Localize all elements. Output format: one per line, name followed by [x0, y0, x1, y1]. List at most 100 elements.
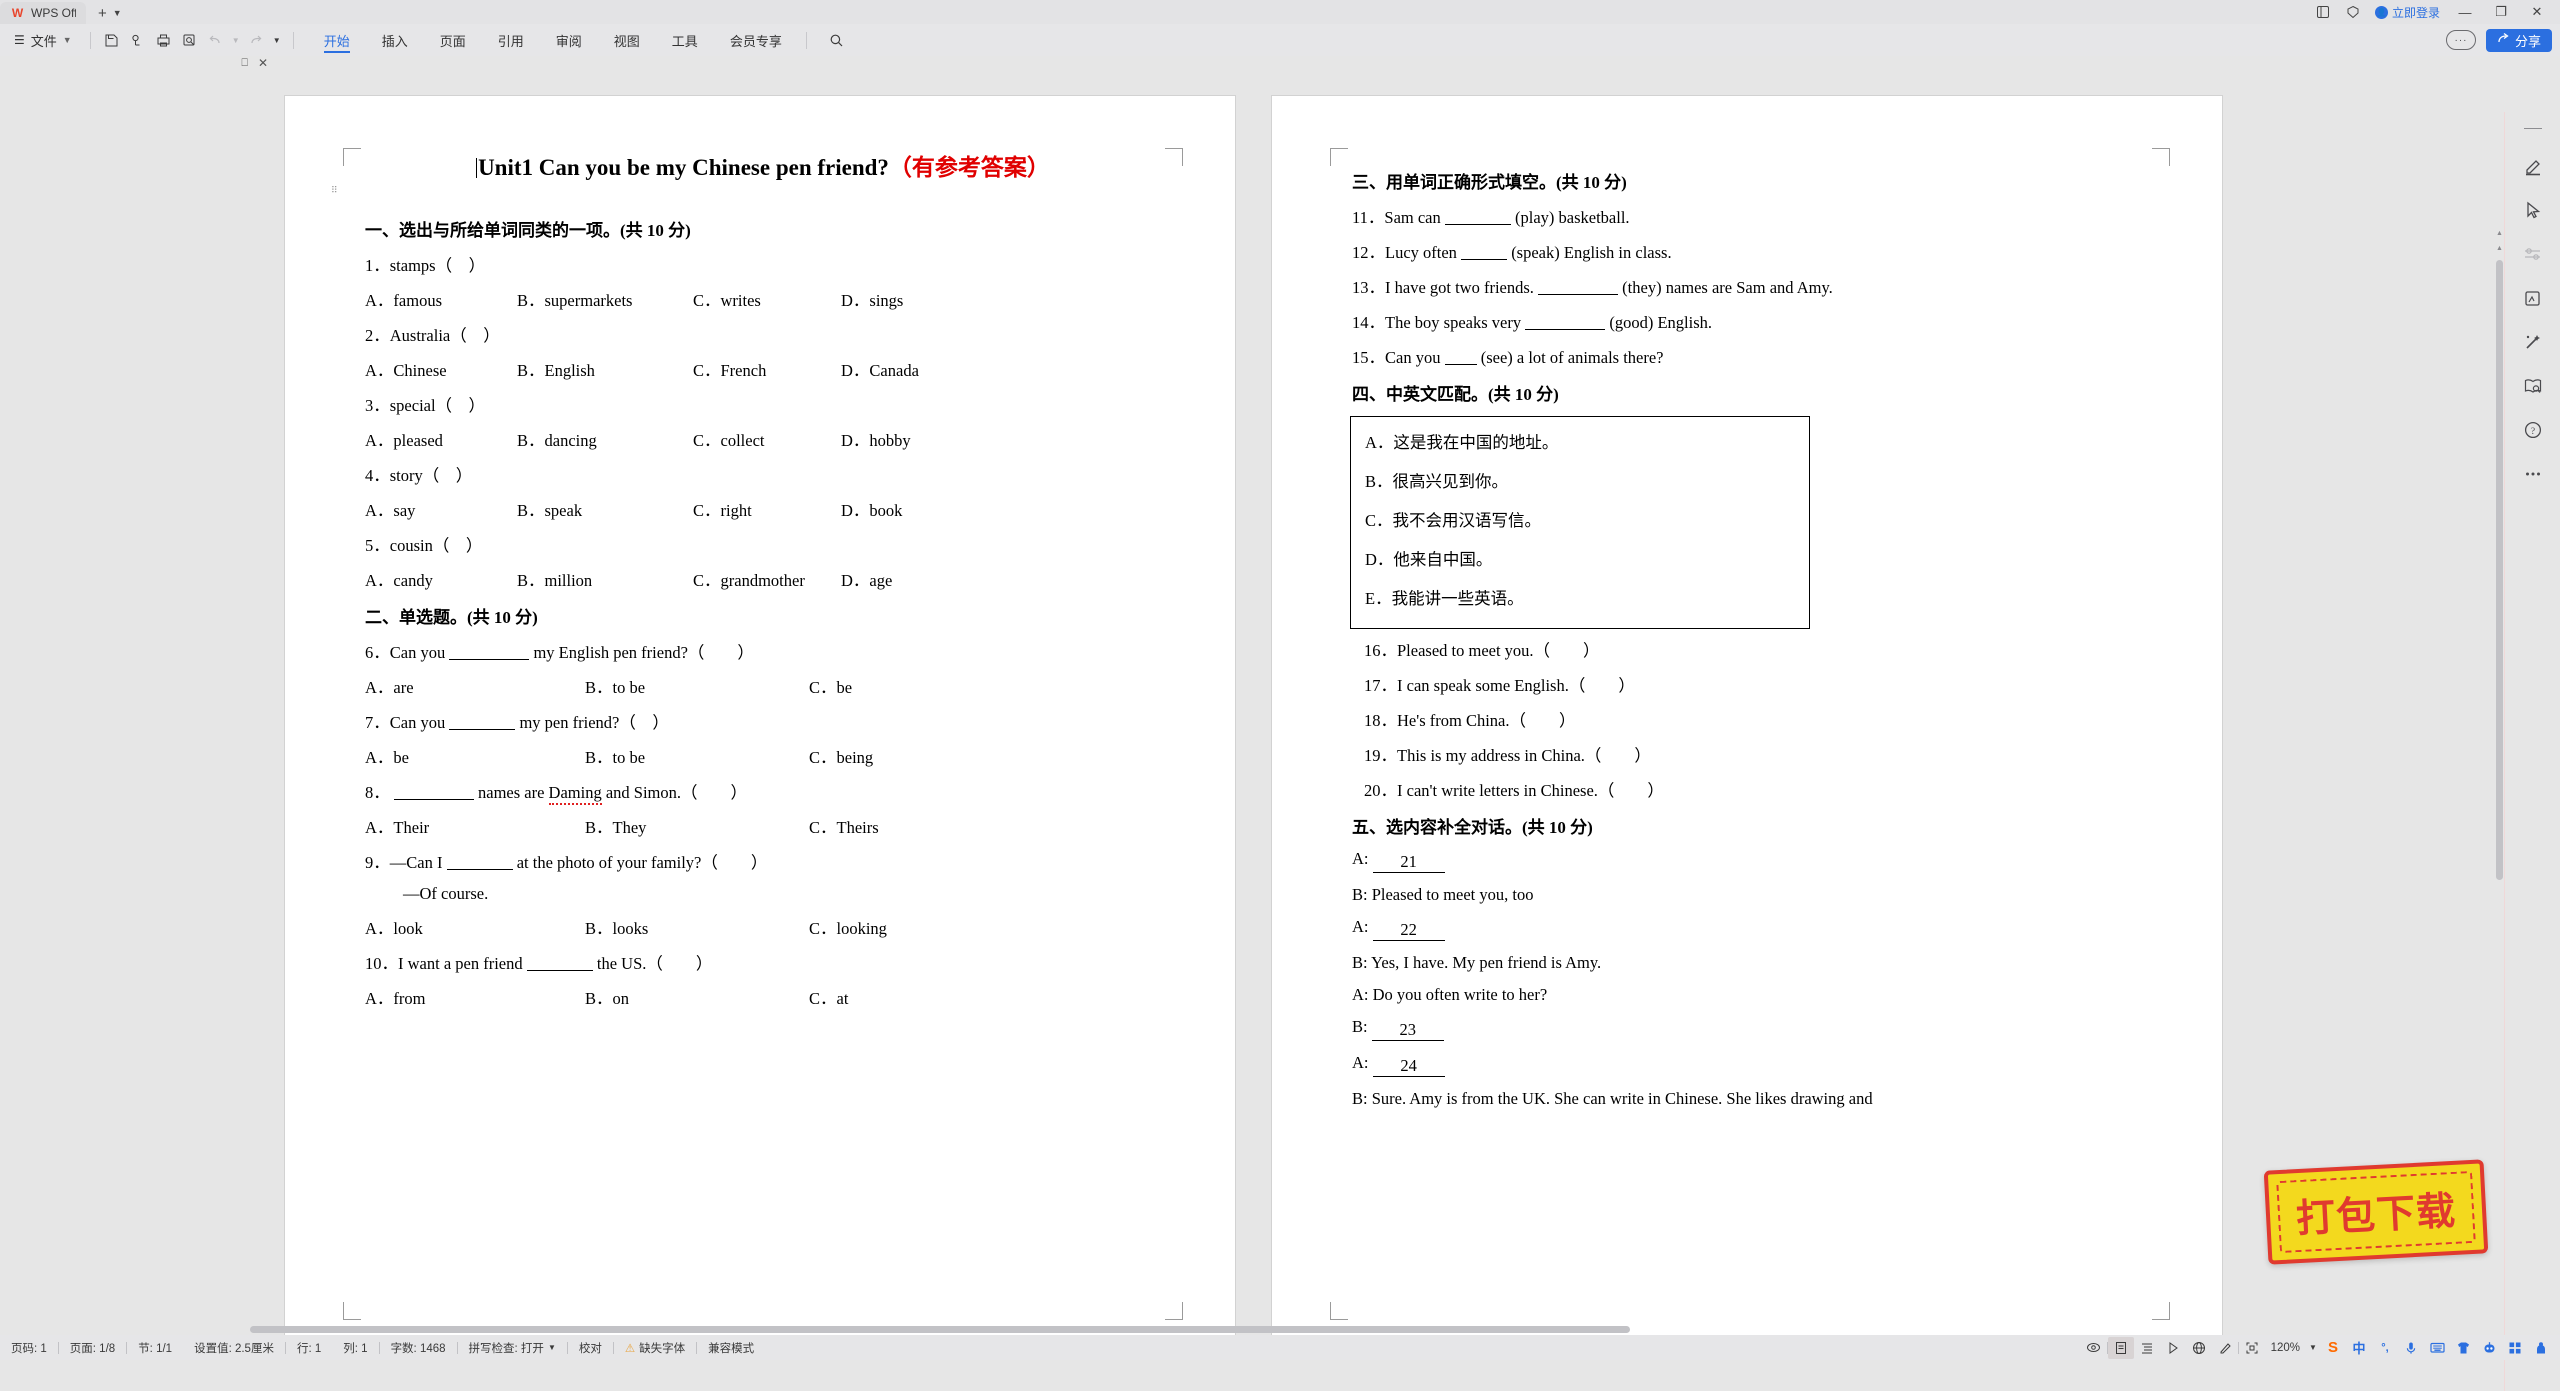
ime-settings-icon[interactable] [2528, 1337, 2554, 1359]
ribbon-tab-tools[interactable]: 工具 [656, 25, 714, 55]
chevron-down-icon[interactable]: ▼ [113, 8, 122, 18]
question-2: 2．Australia（ ） [365, 322, 1163, 346]
question-7: 7．Can you my pen friend?（ ） [365, 709, 1163, 733]
tab-wps-office[interactable]: W WPS Office [0, 2, 86, 24]
magic-tools-icon[interactable] [2518, 329, 2548, 355]
settings-sliders-icon[interactable] [2518, 241, 2548, 267]
fullscreen-icon[interactable] [2239, 1337, 2265, 1359]
status-word-count[interactable]: 字数: 1468 [380, 1340, 457, 1356]
paste-options-icon[interactable] [2518, 285, 2548, 311]
undo-icon[interactable] [203, 28, 229, 52]
match-question-16: 16．Pleased to meet you.（ ） [1364, 637, 2150, 661]
status-page-number: 页码: 1 [0, 1340, 58, 1356]
vertical-scrollbar[interactable]: ▲ ▲ [2494, 112, 2504, 1391]
minimize-rail-icon[interactable] [2524, 128, 2542, 129]
match-question-19: 19．This is my address in China.（ ） [1364, 742, 2150, 766]
question-9-options: A．look B．looks C．looking [365, 915, 1163, 939]
print-icon[interactable] [151, 28, 177, 52]
status-missing-font[interactable]: ⚠ 缺失字体 [614, 1340, 696, 1356]
ribbon-tab-review[interactable]: 审阅 [540, 25, 598, 55]
fill-blank [449, 729, 515, 730]
login-label: 立即登录 [2392, 4, 2440, 21]
cursor-select-icon[interactable] [2518, 197, 2548, 223]
document-workspace[interactable]: ⠿ Unit1 Can you be my Chinese pen friend… [0, 56, 2560, 1335]
save-icon[interactable] [99, 28, 125, 52]
close-icon[interactable]: ✕ [254, 56, 268, 71]
ribbon-tab-page[interactable]: 页面 [424, 25, 482, 55]
fill-question-12: 12．Lucy often (speak) English in class. [1352, 239, 2150, 263]
close-button[interactable]: ✕ [2526, 4, 2548, 20]
sogou-ime-icon[interactable]: S [2320, 1337, 2346, 1359]
paragraph-drag-handle[interactable]: ⠿ [331, 188, 339, 202]
horizontal-scroll-thumb[interactable] [250, 1326, 1630, 1333]
web-view-icon[interactable] [2160, 1337, 2186, 1359]
tab-screen-icon[interactable]: ⎕ [241, 57, 248, 70]
ribbon-tab-home[interactable]: 开始 [308, 25, 366, 55]
skin-theme-icon[interactable] [2450, 1337, 2476, 1359]
zoom-level-label[interactable]: 120% [2265, 1342, 2306, 1354]
eye-icon[interactable] [2081, 1337, 2107, 1359]
question-4-options: A．say B．speak C．right D．book [365, 497, 1163, 521]
outline-view-icon[interactable] [2134, 1337, 2160, 1359]
ime-punctuation-icon[interactable]: °, [2372, 1337, 2398, 1359]
more-dots-icon[interactable] [2518, 461, 2548, 487]
answer-blank: 24 [1373, 1056, 1445, 1077]
read-book-icon[interactable] [2518, 373, 2548, 399]
pen-highlight-icon[interactable] [2518, 153, 2548, 179]
more-options-icon[interactable]: ··· [2446, 30, 2476, 50]
download-watermark[interactable]: 打包下载 [2264, 1159, 2489, 1264]
question-8-options: A．Their B．They C．Theirs [365, 814, 1163, 838]
ribbon-tab-reference[interactable]: 引用 [482, 25, 540, 55]
print-preview-icon[interactable] [177, 28, 203, 52]
fill-blank [447, 869, 513, 870]
avatar: 👤 [2375, 6, 2388, 19]
robot-assistant-icon[interactable] [2476, 1337, 2502, 1359]
ime-mode-label[interactable]: 中 [2346, 1337, 2372, 1359]
question-1: 1．stamps（ ） [365, 252, 1163, 276]
plus-icon: + [98, 5, 107, 22]
question-3-options: A．pleased B．dancing C．collect D．hobby [365, 427, 1163, 451]
status-proofread[interactable]: 校对 [568, 1340, 613, 1356]
customize-toolbar-icon[interactable]: ▼ [269, 28, 285, 52]
ribbon-tab-view[interactable]: 视图 [598, 25, 656, 55]
help-circle-icon[interactable]: ? [2518, 417, 2548, 443]
misspelled-word: Daming [549, 783, 602, 805]
share-button[interactable]: 分享 [2486, 29, 2552, 52]
chevron-down-icon[interactable]: ▼ [548, 1343, 556, 1352]
horizontal-scrollbar[interactable] [0, 1325, 2496, 1335]
vertical-scroll-thumb[interactable] [2496, 260, 2503, 880]
microphone-icon[interactable] [2398, 1337, 2424, 1359]
status-line: 行: 1 [286, 1340, 332, 1356]
minimize-button[interactable]: — [2454, 5, 2476, 20]
match-question-20: 20．I can't write letters in Chinese.（ ） [1364, 777, 2150, 801]
shield-icon[interactable] [2345, 4, 2361, 20]
new-tab-button[interactable]: + ▼ [90, 2, 130, 24]
document-page-left[interactable]: ⠿ Unit1 Can you be my Chinese pen friend… [285, 96, 1235, 1356]
app-grid-icon[interactable] [2502, 1337, 2528, 1359]
globe-icon[interactable] [2186, 1337, 2212, 1359]
document-page-right[interactable]: 三、用单词正确形式填空。(共 10 分) 11．Sam can (play) b… [1272, 96, 2222, 1356]
cloud-sync-icon[interactable] [125, 28, 151, 52]
maximize-button[interactable]: ❐ [2490, 4, 2512, 20]
page-left-body: Unit1 Can you be my Chinese pen friend?（… [363, 148, 1163, 1020]
question-5-options: A．candy B．million C．grandmother D．age [365, 567, 1163, 591]
status-spellcheck[interactable]: 拼写检查: 打开 ▼ [458, 1340, 567, 1356]
document-title: Unit1 Can you be my Chinese pen friend?（… [363, 148, 1163, 182]
ribbon-tab-insert[interactable]: 插入 [366, 25, 424, 55]
search-icon[interactable] [829, 33, 844, 48]
split-view-icon[interactable] [2315, 4, 2331, 20]
match-question-18: 18．He's from China.（ ） [1364, 707, 2150, 731]
redo-icon[interactable] [243, 28, 269, 52]
login-button[interactable]: 👤 立即登录 [2375, 4, 2440, 21]
file-menu-button[interactable]: ☰ 文件 ▼ [0, 31, 82, 50]
ribbon-tab-member[interactable]: 会员专享 [714, 25, 798, 55]
status-margin: 设置值: 2.5厘米 [183, 1340, 285, 1356]
soft-keyboard-icon[interactable] [2424, 1337, 2450, 1359]
undo-dropdown-icon[interactable]: ▼ [229, 28, 243, 52]
pen-icon[interactable] [2212, 1337, 2238, 1359]
chevron-down-icon[interactable]: ▼ [2306, 1337, 2320, 1359]
answer-blank: 23 [1372, 1020, 1444, 1041]
match-option-c: C．我不会用汉语写信。 [1365, 507, 1795, 531]
page-view-icon[interactable] [2108, 1337, 2134, 1359]
fill-question-14: 14．The boy speaks very (good) English. [1352, 309, 2150, 333]
